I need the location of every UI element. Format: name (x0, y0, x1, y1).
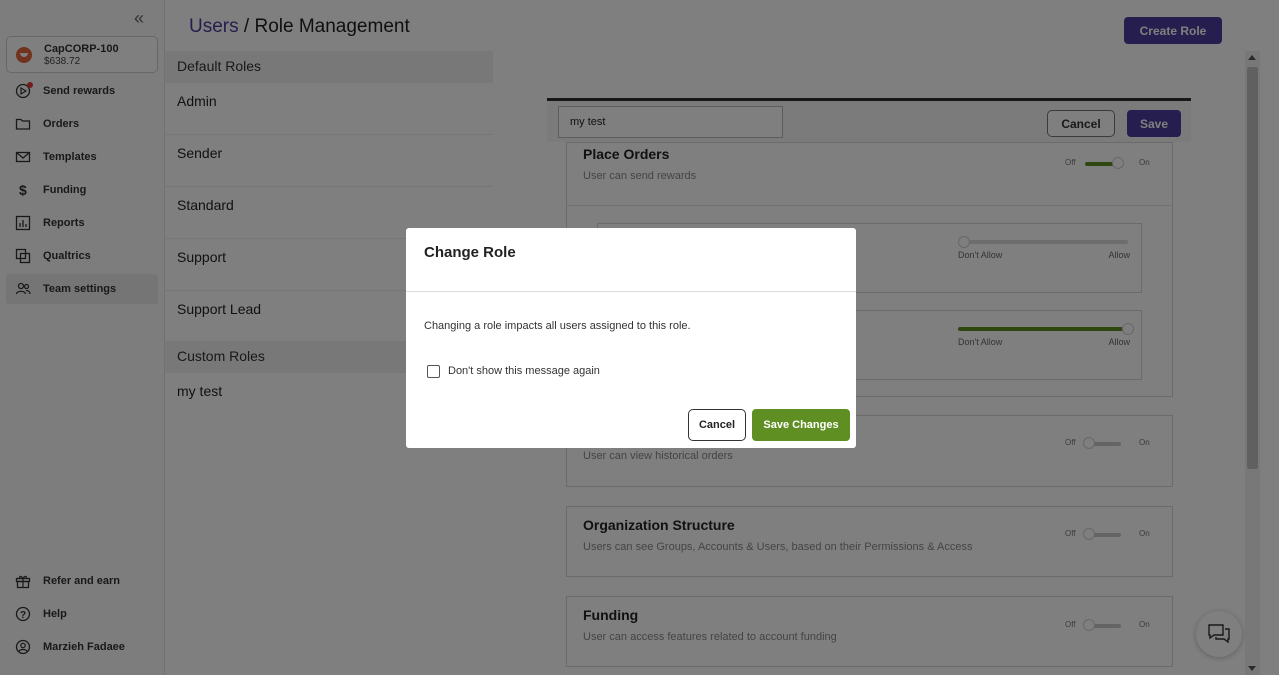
change-role-dialog: Change Role Changing a role impacts all … (406, 228, 856, 448)
dialog-title: Change Role (424, 244, 516, 261)
dont-show-again-checkbox[interactable] (427, 365, 440, 378)
dont-show-again-label[interactable]: Don't show this message again (448, 365, 600, 377)
dialog-cancel-button[interactable]: Cancel (688, 409, 746, 441)
save-changes-button[interactable]: Save Changes (752, 409, 850, 441)
dialog-divider (406, 291, 856, 292)
dialog-message: Changing a role impacts all users assign… (424, 320, 691, 332)
